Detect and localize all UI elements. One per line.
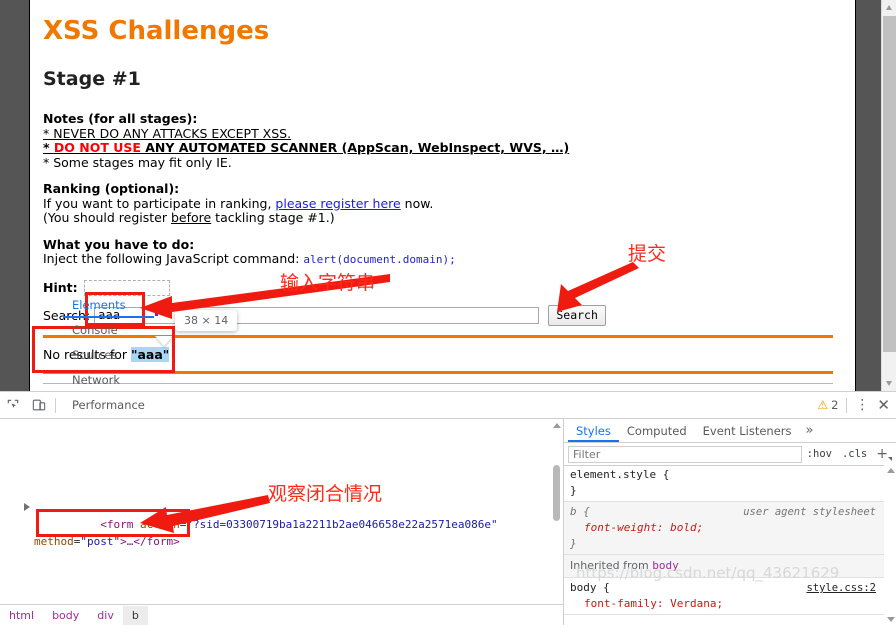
rule-property[interactable]: font-weight: bold; bbox=[570, 520, 878, 536]
toolbar-separator bbox=[55, 397, 56, 413]
devtools-tab-console[interactable]: Console bbox=[63, 318, 154, 343]
todo-heading: What you have to do: bbox=[43, 236, 195, 252]
styles-filter-row: :hov .cls + bbox=[564, 443, 896, 466]
expand-triangle-icon[interactable] bbox=[24, 503, 30, 511]
annotation-observe-closing: 观察闭合情况 bbox=[268, 483, 383, 505]
hint-row: Hint: bbox=[43, 279, 833, 296]
notes-block: Notes (for all stages): * NEVER DO ANY A… bbox=[43, 111, 833, 170]
dom-scroll-up-icon[interactable] bbox=[553, 423, 561, 428]
devtools-tab-elements[interactable]: Elements bbox=[63, 293, 154, 318]
ranking-block: Ranking (optional): If you want to parti… bbox=[43, 181, 833, 226]
style-rule-element-style[interactable]: element.style { } bbox=[564, 465, 884, 502]
warning-count: 2 bbox=[831, 398, 839, 412]
toolbar-right-separator bbox=[846, 397, 848, 413]
scroll-down-arrow-icon[interactable] bbox=[882, 376, 896, 391]
dom-scrollbar-thumb[interactable] bbox=[553, 465, 560, 521]
style-rule-b[interactable]: user agent stylesheet b { font-weight: b… bbox=[564, 502, 884, 555]
annotation-submit: 提交 bbox=[628, 243, 667, 265]
styles-pane: StylesComputedEvent Listeners» :hov .cls… bbox=[564, 419, 896, 625]
rule-selector: element.style { bbox=[570, 468, 670, 481]
dom-token: "?sid=03300719ba1a2211b2ae046658e22a2571… bbox=[186, 518, 498, 531]
ranking-heading: Ranking (optional): bbox=[43, 181, 180, 196]
inherited-tag: body bbox=[652, 559, 679, 572]
warning-triangle-icon: ⚠ bbox=[817, 398, 829, 412]
stage-heading: Stage #1 bbox=[43, 68, 141, 90]
breadcrumb-item-html[interactable]: html bbox=[0, 606, 43, 625]
hover-state-toggle[interactable]: :hov bbox=[802, 448, 837, 460]
inject-command-code: alert(document.domain); bbox=[303, 253, 456, 266]
breadcrumb-item-body[interactable]: body bbox=[43, 606, 88, 625]
styles-tab-computed[interactable]: Computed bbox=[619, 420, 695, 442]
ranking-text-b: now. bbox=[400, 195, 434, 211]
page-title: XSS Challenges bbox=[43, 16, 270, 46]
note-do-not-use: DO NOT USE bbox=[53, 140, 141, 155]
ranking-text-c: (You should register bbox=[43, 210, 171, 225]
ranking-text-a: If you want to participate in ranking, bbox=[43, 195, 276, 211]
rule-close-brace: } bbox=[570, 484, 577, 497]
styles-tab-styles[interactable]: Styles bbox=[568, 420, 619, 442]
highlight-box-b-node bbox=[36, 509, 190, 537]
styles-tab-list: Styles Computed Event Listeners» bbox=[564, 419, 896, 443]
ranking-text-d: tackling stage #1.) bbox=[211, 210, 335, 225]
style-rule-body[interactable]: style.css:2 body { font-family: Verdana; bbox=[564, 578, 884, 615]
rule-origin-ua: user agent stylesheet bbox=[743, 506, 876, 518]
scroll-up-arrow-icon[interactable] bbox=[882, 0, 896, 15]
dom-tree-scrollbar[interactable] bbox=[550, 419, 563, 625]
page-scrollbar-thumb[interactable] bbox=[883, 16, 896, 352]
element-dimensions-tooltip: 38 × 14 bbox=[175, 310, 238, 331]
notes-heading: Notes (for all stages): bbox=[43, 111, 198, 126]
rule-property[interactable]: font-family: Verdana; bbox=[570, 596, 878, 612]
register-link[interactable]: please register here bbox=[275, 196, 400, 211]
devtools-tab-network[interactable]: Network bbox=[63, 368, 154, 393]
breadcrumb-item-b[interactable]: b bbox=[122, 605, 148, 625]
styles-tab-event-listeners[interactable]: Event Listeners bbox=[695, 420, 800, 442]
note-no-scanner: * DO NOT USE ANY AUTOMATED SCANNER (AppS… bbox=[43, 140, 570, 155]
warning-indicator[interactable]: ⚠ 2 bbox=[817, 398, 838, 412]
styles-content: element.style { } user agent stylesheet … bbox=[564, 465, 884, 625]
note-never-attack: * NEVER DO ANY ATTACKS EXCEPT XSS. bbox=[43, 125, 292, 141]
ranking-before: before bbox=[170, 210, 212, 225]
divider-plain bbox=[43, 382, 833, 384]
new-style-rule-button[interactable]: + bbox=[872, 446, 892, 462]
inherited-from-label: Inherited from body bbox=[564, 555, 884, 578]
styles-scrollbar[interactable] bbox=[884, 465, 896, 625]
devtools-panel: Elements Console Sources Network Performance… bbox=[0, 298, 896, 625]
styles-scroll-up-icon[interactable] bbox=[887, 468, 895, 473]
devtools-body: <p>…</p> <form action="?sid=03300719ba1a… bbox=[0, 419, 896, 625]
styles-more-tabs-icon[interactable]: » bbox=[800, 423, 820, 438]
devtools-toolbar: Elements Console Sources Network Performance… bbox=[0, 298, 896, 512]
note-ie-only: * Some stages may fit only IE. bbox=[43, 154, 232, 170]
breadcrumb: html body div b bbox=[0, 604, 563, 625]
todo-text: Inject the following JavaScript command: bbox=[43, 251, 304, 266]
annotation-input-string: 输入字符串 bbox=[280, 272, 376, 294]
devtools-tab-performance[interactable]: Performance bbox=[63, 393, 154, 418]
more-options-icon[interactable]: ⋮ bbox=[855, 398, 869, 412]
close-devtools-icon[interactable]: ✕ bbox=[877, 396, 890, 414]
dom-tree-pane: <p>…</p> <form action="?sid=03300719ba1a… bbox=[0, 419, 564, 625]
dom-line-p-top[interactable]: <p>…</p> bbox=[0, 455, 563, 465]
class-toggle[interactable]: .cls bbox=[837, 448, 872, 460]
devtools-tab-sources[interactable]: Sources bbox=[63, 343, 154, 368]
styles-scroll-down-icon[interactable] bbox=[887, 617, 895, 622]
inspect-element-icon[interactable] bbox=[0, 393, 26, 417]
device-toolbar-icon[interactable] bbox=[26, 393, 52, 417]
search-button[interactable]: Search bbox=[548, 304, 607, 326]
styles-filter-input[interactable] bbox=[568, 445, 802, 463]
rule-close-brace: } bbox=[570, 537, 577, 550]
page-scrollbar[interactable] bbox=[881, 0, 896, 391]
inherited-text: Inherited from bbox=[570, 559, 653, 572]
devtools-toolbar-right: ⚠ 2 ⋮ ✕ bbox=[817, 392, 890, 418]
todo-block: What you have to do: Inject the followin… bbox=[43, 236, 833, 268]
rule-origin-link[interactable]: style.css:2 bbox=[806, 580, 876, 596]
breadcrumb-item-div[interactable]: div bbox=[88, 606, 123, 625]
